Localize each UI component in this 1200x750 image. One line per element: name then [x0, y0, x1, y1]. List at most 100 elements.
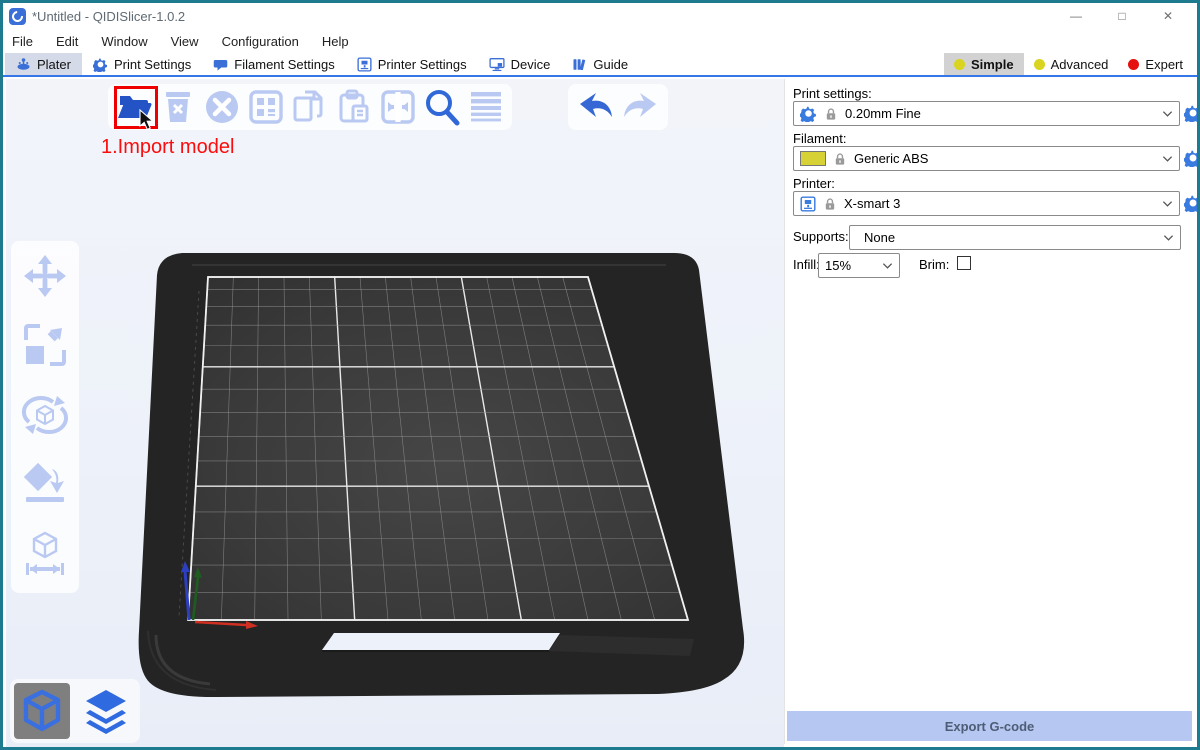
- copy-icon: [291, 88, 329, 126]
- printer-icon: [357, 57, 372, 72]
- tab-device[interactable]: Device: [478, 53, 562, 75]
- lock-icon: [824, 107, 838, 121]
- menu-edit[interactable]: Edit: [55, 34, 90, 49]
- delete-all-icon: [204, 89, 240, 125]
- printer-label: Printer:: [793, 176, 835, 191]
- supports-select[interactable]: None: [849, 225, 1181, 250]
- minimize-button[interactable]: —: [1053, 4, 1099, 28]
- measure-button[interactable]: [22, 530, 68, 581]
- filament-icon: [213, 57, 228, 72]
- move-button[interactable]: [22, 253, 68, 304]
- print-bed: [6, 79, 784, 750]
- menu-bar: File Edit Window View Configuration Help: [3, 29, 1197, 53]
- tab-bar: Plater Print Settings Filament Settings …: [3, 53, 1197, 77]
- printer-icon: [800, 196, 816, 212]
- cube-3d-icon: [19, 688, 65, 734]
- tab-guide[interactable]: Guide: [561, 53, 639, 75]
- object-toolbar: [108, 84, 512, 130]
- history-toolbar: [568, 84, 668, 130]
- delete-button[interactable]: [156, 85, 200, 129]
- undo-button[interactable]: [574, 85, 618, 129]
- lock-icon: [823, 197, 837, 211]
- arrange-icon: [248, 89, 284, 125]
- scene-3d-viewport[interactable]: 1.Import model: [6, 79, 784, 750]
- expert-dot-icon: [1128, 59, 1139, 70]
- tab-plater-label: Plater: [37, 57, 71, 72]
- rotate-button[interactable]: [21, 392, 69, 443]
- print-settings-value: 0.20mm Fine: [845, 106, 1155, 121]
- chevron-down-icon: [1163, 234, 1174, 242]
- mode-expert[interactable]: Expert: [1118, 53, 1193, 75]
- variable-layer-height-button[interactable]: [464, 85, 508, 129]
- split-objects-icon: [380, 89, 416, 125]
- menu-file[interactable]: File: [11, 34, 45, 49]
- delete-all-button[interactable]: [200, 85, 244, 129]
- mouse-cursor-icon: [139, 109, 155, 131]
- infill-label: Infill:: [793, 257, 820, 272]
- menu-window[interactable]: Window: [100, 34, 159, 49]
- filament-label: Filament:: [793, 131, 846, 146]
- filament-select[interactable]: Generic ABS: [793, 146, 1180, 171]
- guide-books-icon: [572, 57, 587, 72]
- layers-icon: [81, 686, 131, 736]
- simple-dot-icon: [954, 59, 965, 70]
- import-annotation-text: 1.Import model: [101, 136, 234, 159]
- brim-checkbox[interactable]: [957, 256, 971, 270]
- menu-configuration[interactable]: Configuration: [221, 34, 311, 49]
- tab-guide-label: Guide: [593, 57, 628, 72]
- window-title: *Untitled - QIDISlicer-1.0.2: [32, 9, 185, 24]
- move-icon: [22, 253, 68, 299]
- brim-label: Brim:: [919, 257, 949, 272]
- mode-switcher: Simple Advanced Expert: [944, 53, 1193, 75]
- printer-select[interactable]: X-smart 3: [793, 191, 1180, 216]
- tab-printer-settings-label: Printer Settings: [378, 57, 467, 72]
- maximize-button[interactable]: □: [1099, 4, 1145, 28]
- export-gcode-button[interactable]: Export G-code: [787, 711, 1192, 741]
- paste-icon: [335, 88, 373, 126]
- preview-view-button[interactable]: [78, 683, 134, 739]
- mode-advanced[interactable]: Advanced: [1024, 53, 1119, 75]
- title-bar: *Untitled - QIDISlicer-1.0.2 — □ ✕: [3, 3, 1197, 29]
- search-icon: [422, 87, 462, 127]
- lock-icon: [833, 152, 847, 166]
- chevron-down-icon: [882, 262, 893, 270]
- infill-value: 15%: [825, 258, 875, 273]
- supports-value: None: [856, 230, 1156, 245]
- tab-printer-settings[interactable]: Printer Settings: [346, 53, 478, 75]
- place-on-face-icon: [22, 461, 68, 507]
- chevron-down-icon: [1162, 110, 1173, 118]
- menu-help[interactable]: Help: [321, 34, 361, 49]
- place-on-face-button[interactable]: [22, 461, 68, 512]
- paste-button[interactable]: [332, 85, 376, 129]
- filament-value: Generic ABS: [854, 151, 1155, 166]
- tab-plater[interactable]: Plater: [5, 53, 82, 75]
- gear-icon: [800, 105, 817, 122]
- redo-icon: [620, 89, 660, 125]
- printer-gear-button[interactable]: [1184, 194, 1200, 212]
- print-settings-gear-button[interactable]: [1184, 104, 1200, 122]
- filament-color-swatch: [800, 151, 826, 166]
- supports-label: Supports:: [793, 229, 849, 244]
- scale-button[interactable]: [22, 322, 68, 373]
- infill-select[interactable]: 15%: [818, 253, 900, 278]
- tab-device-label: Device: [511, 57, 551, 72]
- tab-print-settings[interactable]: Print Settings: [82, 53, 202, 75]
- filament-gear-button[interactable]: [1184, 149, 1200, 167]
- split-to-objects-button[interactable]: [376, 85, 420, 129]
- copy-button[interactable]: [288, 85, 332, 129]
- manipulation-toolbar: [11, 241, 79, 593]
- close-button[interactable]: ✕: [1145, 4, 1191, 28]
- editor-view-button[interactable]: [14, 683, 70, 739]
- print-settings-label: Print settings:: [793, 86, 872, 101]
- menu-view[interactable]: View: [170, 34, 211, 49]
- chevron-down-icon: [1162, 155, 1173, 163]
- gear-icon: [93, 57, 108, 72]
- arrange-button[interactable]: [244, 85, 288, 129]
- tab-filament-settings[interactable]: Filament Settings: [202, 53, 345, 75]
- print-settings-select[interactable]: 0.20mm Fine: [793, 101, 1180, 126]
- undo-icon: [576, 89, 616, 125]
- redo-button[interactable]: [618, 85, 662, 129]
- mode-simple[interactable]: Simple: [944, 53, 1024, 75]
- search-button[interactable]: [420, 85, 464, 129]
- mode-simple-label: Simple: [971, 57, 1014, 72]
